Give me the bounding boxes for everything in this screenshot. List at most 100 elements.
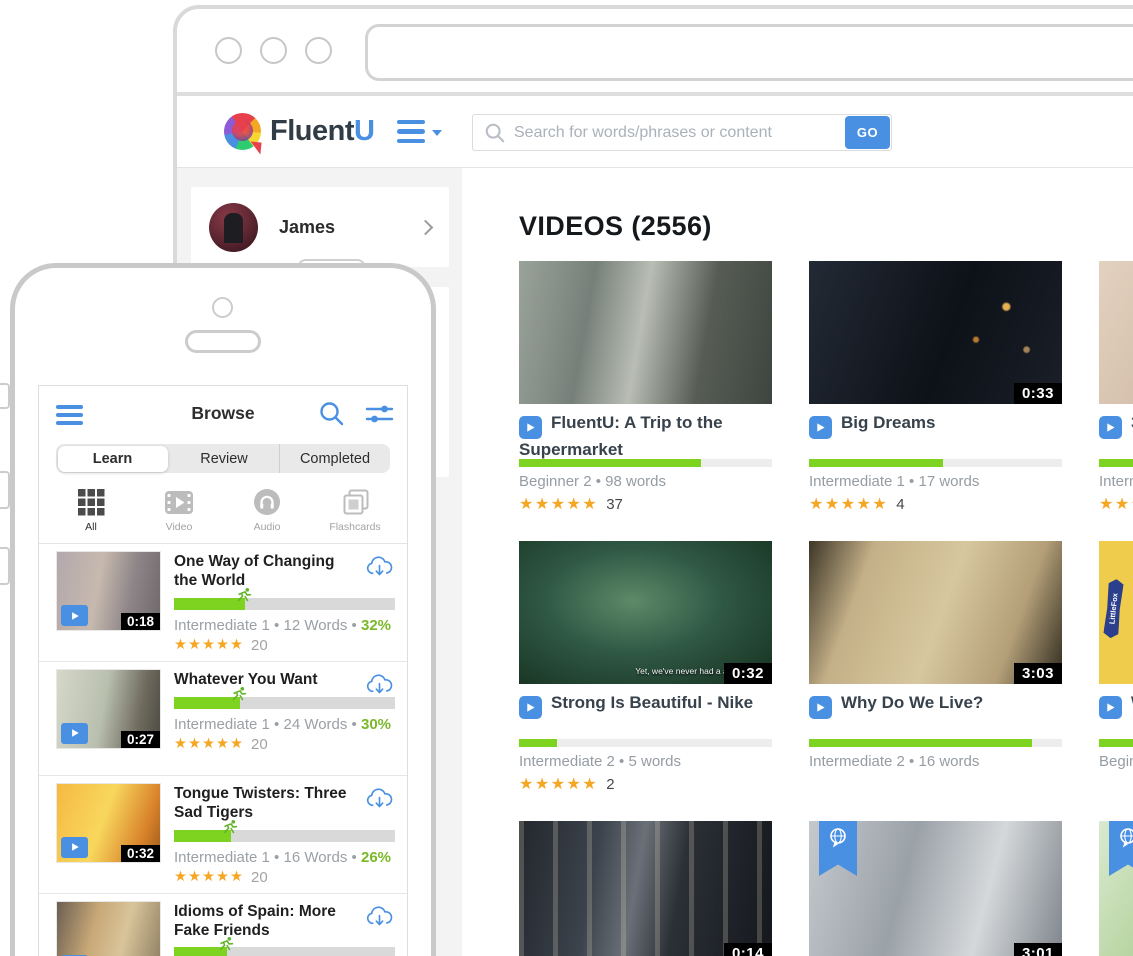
video-title[interactable]: W	[1099, 684, 1133, 719]
main-menu-button[interactable]	[397, 120, 442, 144]
app-nav-bar: Browse	[39, 386, 407, 441]
address-bar[interactable]	[365, 24, 1133, 81]
progress-percent: 32%	[361, 617, 391, 634]
play-icon[interactable]	[809, 416, 832, 439]
rating-count: 20	[251, 637, 268, 654]
window-controls	[215, 37, 332, 64]
play-icon[interactable]	[809, 696, 832, 719]
video-thumbnail[interactable]	[1099, 261, 1133, 404]
phone-screen: Browse Learn Review Completed All Video …	[38, 385, 408, 956]
progress-bar	[174, 598, 395, 610]
star-icons: ★★★★★	[519, 774, 598, 794]
play-icon[interactable]	[1099, 696, 1122, 719]
video-thumbnail[interactable]: 3:01	[809, 821, 1062, 956]
filter-video[interactable]: Video	[135, 485, 223, 533]
hamburger-icon	[397, 120, 425, 144]
video-title: Tongue Twisters: Three Sad Tigers	[174, 785, 395, 823]
globe-icon	[1116, 826, 1133, 852]
video-title[interactable]: Big Dreams	[809, 404, 1062, 439]
video-thumbnail[interactable]: 3:03	[809, 541, 1062, 684]
progress-bar	[809, 459, 1062, 467]
runner-icon	[223, 819, 238, 839]
rating: ★★★★★ 2	[519, 774, 615, 794]
list-item[interactable]: 0:32 Tongue Twisters: Three Sad Tigers I…	[39, 776, 407, 894]
star-icons: ★★★★★	[174, 869, 244, 885]
video-icon	[164, 485, 194, 516]
site-search: GO	[472, 114, 892, 151]
duration-badge: 0:14	[724, 943, 772, 956]
play-icon[interactable]	[61, 837, 88, 858]
video-thumbnail[interactable]	[1099, 821, 1133, 956]
video-thumbnail[interactable]: 0:33	[809, 261, 1062, 404]
progress-bar	[519, 459, 772, 467]
segmented-control: Learn Review Completed	[56, 444, 390, 473]
video-title[interactable]: Strong Is Beautiful - Nike	[519, 684, 772, 719]
list-item[interactable]: 0:18 Idioms of Spain: More Fake Friends …	[39, 894, 407, 956]
globe-icon	[826, 826, 850, 852]
play-icon[interactable]	[519, 416, 542, 439]
filter-all[interactable]: All	[47, 485, 135, 533]
progress-percent: 30%	[361, 716, 391, 733]
rating: ★★★★★ 37	[519, 494, 623, 514]
video-title[interactable]: Why Do We Live?	[809, 684, 1062, 719]
progress-bar	[174, 697, 395, 709]
video-card	[1099, 821, 1133, 956]
rating-count: 37	[606, 496, 623, 513]
play-icon[interactable]	[61, 605, 88, 626]
video-thumbnail[interactable]: 0:18	[56, 901, 161, 956]
fluentu-logo[interactable]: FluentU	[224, 113, 374, 150]
video-title: Idioms of Spain: More Fake Friends	[174, 903, 395, 941]
duration-badge: 3:01	[1014, 943, 1062, 956]
rating: ★★★★★20	[174, 637, 395, 654]
browser-chrome	[177, 9, 1133, 96]
search-go-button[interactable]: GO	[845, 116, 890, 149]
download-button[interactable]	[364, 553, 395, 583]
main-content: VIDEOS (2556) FluentU: A Trip to the Sup…	[462, 168, 1133, 956]
fluentu-ribbon-badge	[1109, 821, 1133, 876]
fluentu-ribbon-badge	[819, 821, 857, 876]
progress-bar	[1099, 459, 1133, 467]
duration-badge: 3:03	[1014, 663, 1062, 684]
window-control-button[interactable]	[215, 37, 242, 64]
tab-learn[interactable]: Learn	[58, 446, 168, 472]
duration-badge: 0:32	[121, 845, 160, 862]
download-button[interactable]	[364, 785, 395, 815]
duration-badge: 0:33	[1014, 383, 1062, 404]
list-item[interactable]: 0:27 Whatever You Want Intermediate 1 • …	[39, 662, 407, 776]
runner-icon	[237, 587, 252, 607]
progress-bar	[809, 739, 1062, 747]
user-profile-card[interactable]: James	[191, 187, 449, 267]
search-input[interactable]	[506, 124, 845, 142]
video-thumbnail[interactable]: Yet, we've never had a #1 player 0:32	[519, 541, 772, 684]
rating-count: 20	[251, 869, 268, 886]
thumbnail-caption: Yet, we've never had a #1 player	[519, 666, 758, 676]
progress-bar	[174, 830, 395, 842]
video-meta: Intermediate 1 • 24 Words • 30%	[174, 716, 395, 733]
video-thumbnail[interactable]	[519, 261, 772, 404]
duration-badge: 0:27	[121, 731, 160, 748]
phone-side-button	[0, 383, 10, 409]
video-thumbnail[interactable]: LittleFox	[1099, 541, 1133, 684]
video-title[interactable]: FluentU: A Trip to the Supermarket	[519, 404, 772, 462]
play-icon[interactable]	[61, 723, 88, 744]
video-thumbnail[interactable]: 0:14	[519, 821, 772, 956]
video-thumbnail[interactable]: 0:18	[56, 551, 161, 631]
tab-completed[interactable]: Completed	[279, 444, 390, 473]
app-search-button[interactable]	[318, 400, 345, 432]
window-control-button[interactable]	[260, 37, 287, 64]
fluentu-globe-icon	[224, 113, 261, 150]
download-button[interactable]	[364, 903, 395, 933]
tab-review[interactable]: Review	[169, 444, 279, 473]
play-icon[interactable]	[519, 696, 542, 719]
filter-audio[interactable]: Audio	[223, 485, 311, 533]
list-item[interactable]: 0:18 One Way of Changing the World Inter…	[39, 544, 407, 662]
filter-sliders-button[interactable]	[365, 401, 394, 432]
window-control-button[interactable]	[305, 37, 332, 64]
video-title[interactable]: 3	[1099, 404, 1133, 439]
duration-badge: 0:32	[724, 663, 772, 684]
filter-flashcards[interactable]: Flashcards	[311, 485, 399, 533]
video-thumbnail[interactable]: 0:32	[56, 783, 161, 863]
play-icon[interactable]	[1099, 416, 1122, 439]
video-thumbnail[interactable]: 0:27	[56, 669, 161, 749]
rating-count: 2	[606, 776, 614, 793]
